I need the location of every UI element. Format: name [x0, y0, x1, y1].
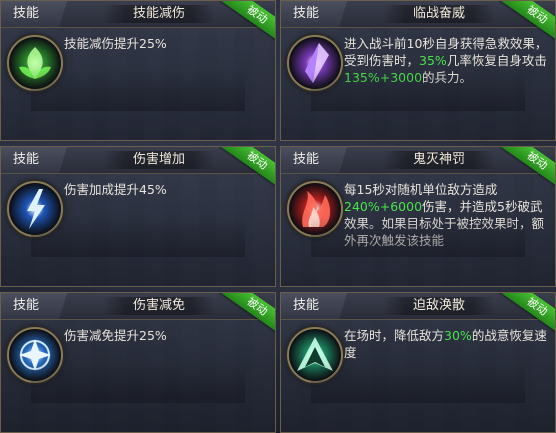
skill-name: 迫敌涣散	[383, 297, 495, 315]
skill-card[interactable]: 技能 伤害增加 被动 伤害加成提升45%	[0, 146, 276, 287]
skill-type-tag: 技能	[1, 1, 67, 27]
skill-card[interactable]: 技能 临战奋威 被动 进入战斗前10秒自身获得急救效果，受到伤害时，35%几率恢复自…	[280, 0, 556, 141]
skill-name: 伤害减免	[103, 297, 215, 315]
skill-name: 临战奋威	[383, 5, 495, 23]
description-text: 伤害减免提升25%	[64, 328, 167, 343]
blue-shield-burst-icon	[7, 327, 63, 383]
skill-description: 每15秒对随机单位敌方造成240%+6000伤害，并造成5秒破武效果。如果目标处…	[344, 181, 549, 249]
skill-description: 伤害加成提升45%	[64, 181, 269, 198]
green-leaf-icon	[7, 35, 63, 91]
skill-name: 技能减伤	[103, 5, 215, 23]
highlight-value: 30%	[444, 328, 472, 343]
description-text: 在场时，降低敌方	[344, 328, 445, 343]
skill-type-tag: 技能	[1, 293, 67, 319]
skill-card[interactable]: 技能 迫敌涣散 被动 在场时，降低敌方30%的战意恢复速度	[280, 292, 556, 433]
skill-description: 伤害减免提升25%	[64, 327, 269, 344]
skill-card[interactable]: 技能 鬼灭神罚 被动 每15秒对随机单位敌方造成240%+6000伤害，并造成5秒破…	[280, 146, 556, 287]
description-text: 每15秒对随机单位敌方造成	[344, 182, 498, 197]
skill-card[interactable]: 技能 伤害减免 被动 伤害减免提升25%	[0, 292, 276, 433]
purple-crystal-icon	[287, 35, 343, 91]
description-text: 的兵力。	[422, 70, 473, 85]
highlight-value: 240%+6000	[344, 199, 423, 214]
skill-type-tag: 技能	[281, 1, 347, 27]
description-text: 伤害加成提升45%	[64, 182, 167, 197]
skill-grid: 技能 技能减伤 被动 技能减伤提升25% 技能 临战奋威 被动 进入战斗前10秒自身获得急…	[0, 0, 556, 433]
skill-type-tag: 技能	[281, 147, 347, 173]
description-text: 几率恢复自身攻击	[446, 53, 547, 68]
skill-type-tag: 技能	[1, 147, 67, 173]
highlight-value: 135%+3000	[344, 70, 423, 85]
skill-description: 在场时，降低敌方30%的战意恢复速度	[344, 327, 549, 361]
highlight-value: 35%	[419, 53, 447, 68]
skill-name: 鬼灭神罚	[383, 151, 495, 169]
red-flame-icon	[287, 181, 343, 237]
skill-description: 进入战斗前10秒自身获得急救效果，受到伤害时，35%几率恢复自身攻击135%+3…	[344, 35, 549, 86]
description-text: 技能减伤提升25%	[64, 36, 167, 51]
blue-lightning-icon	[7, 181, 63, 237]
skill-type-tag: 技能	[281, 293, 347, 319]
skill-description: 技能减伤提升25%	[64, 35, 269, 52]
green-arrow-emblem-icon	[287, 327, 343, 383]
skill-card[interactable]: 技能 技能减伤 被动 技能减伤提升25%	[0, 0, 276, 141]
skill-name: 伤害增加	[103, 151, 215, 169]
